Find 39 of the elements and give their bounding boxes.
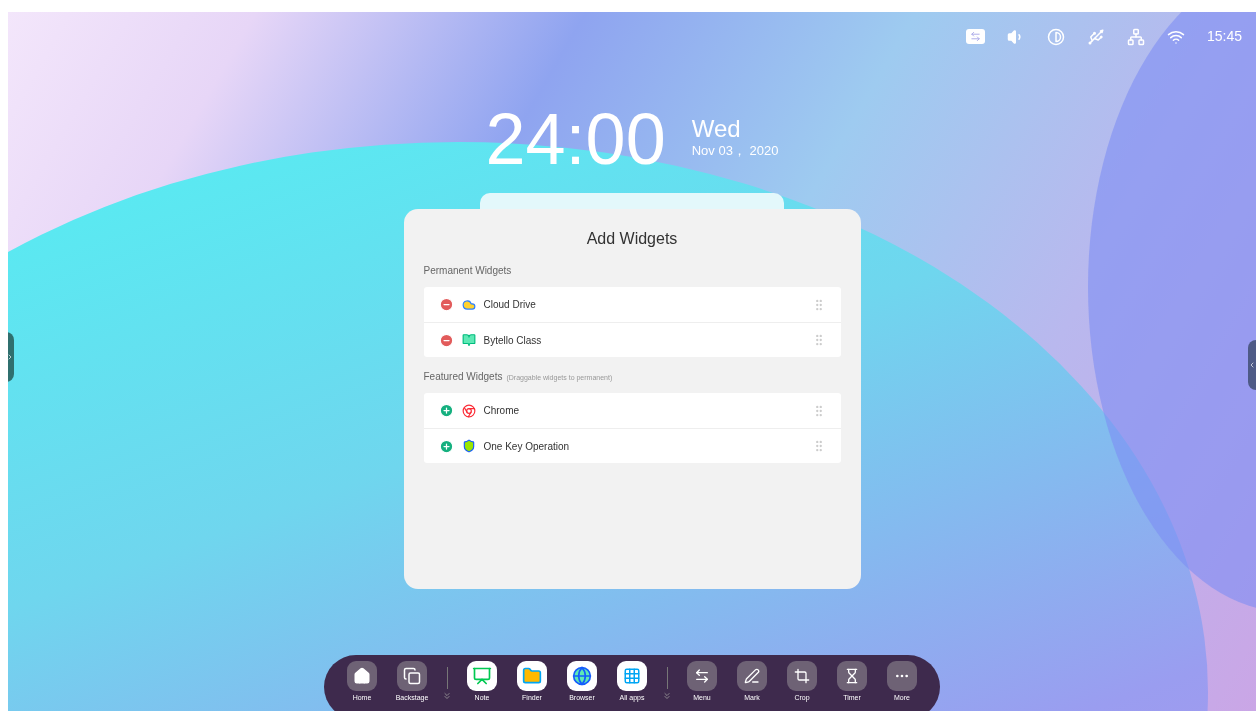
arrows-icon <box>694 668 710 684</box>
globe-icon <box>572 666 592 686</box>
panel-title: Add Widgets <box>585 229 679 249</box>
usb-icon[interactable] <box>1086 27 1105 46</box>
widget-label: Chrome <box>483 404 520 418</box>
section-title: Featured Widgets <box>423 370 503 384</box>
crop-icon <box>794 668 810 684</box>
add-icon[interactable] <box>438 403 454 418</box>
widget-row[interactable]: Bytello Class <box>423 322 841 357</box>
chevron-icon[interactable] <box>662 691 672 701</box>
widget-row[interactable]: One Key Operation <box>423 428 841 463</box>
status-time: 15:45 <box>1206 27 1242 46</box>
home-icon <box>353 667 371 685</box>
widget-label: Bytello Class <box>483 333 542 348</box>
browser-icon <box>461 403 476 418</box>
remove-icon[interactable] <box>438 297 454 312</box>
book-icon <box>461 333 476 347</box>
switch-icon[interactable] <box>965 29 985 44</box>
chevron-icon[interactable] <box>442 691 452 701</box>
weekday: Wed <box>691 117 742 142</box>
grid-icon <box>623 667 641 685</box>
hourglass-icon <box>844 668 860 684</box>
board-icon <box>472 666 492 686</box>
widget-label: One Key Operation <box>483 439 570 454</box>
add-icon[interactable] <box>438 438 454 454</box>
date: Nov 03， 2020 <box>691 142 779 161</box>
widget-row[interactable]: Cloud Drive <box>423 287 841 322</box>
remove-icon[interactable] <box>438 332 454 348</box>
clock-time: 24:00 <box>485 103 666 175</box>
pen-icon <box>744 668 760 684</box>
widget-row[interactable]: Chrome <box>423 393 841 428</box>
contrast-icon[interactable] <box>1046 27 1065 46</box>
folder-icon <box>522 666 542 686</box>
section-title: Permanent Widgets <box>423 264 512 278</box>
shield-icon <box>461 439 476 453</box>
network-icon[interactable] <box>1126 27 1145 46</box>
widget-label: Cloud Drive <box>483 298 536 312</box>
stack-icon <box>403 667 421 685</box>
cloud-icon <box>461 297 476 312</box>
